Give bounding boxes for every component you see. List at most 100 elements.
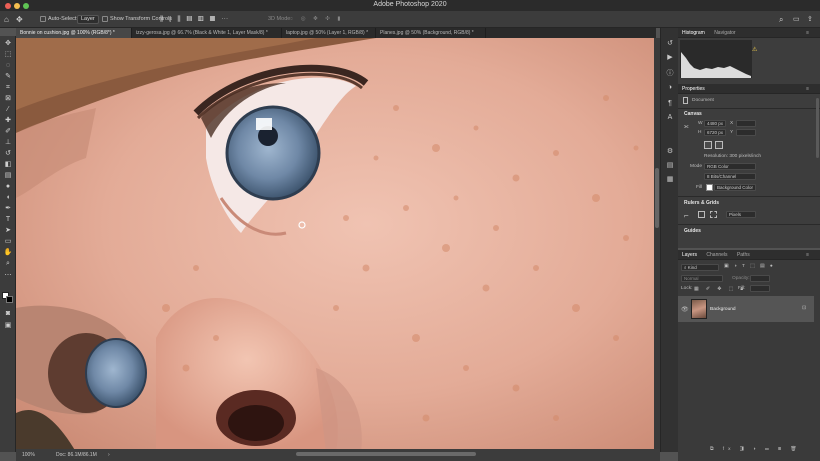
history-brush-tool-icon[interactable]: ↺ bbox=[3, 150, 13, 158]
zoom-tool-icon[interactable]: ⌕ bbox=[3, 260, 13, 268]
panel-menu-icon[interactable]: ≡ bbox=[806, 84, 809, 94]
shape-tool-icon[interactable]: ▭ bbox=[3, 238, 13, 246]
mode-select[interactable]: RGB Color bbox=[704, 163, 756, 170]
visibility-eye-icon[interactable]: 👁︎ bbox=[681, 306, 689, 313]
portrait-orientation-button[interactable] bbox=[704, 141, 712, 149]
filter-icons[interactable]: ▣ ◑ T ⬚ ▤ ● bbox=[724, 264, 775, 269]
info-icon[interactable]: ⓘ bbox=[666, 70, 674, 78]
3d-tool-icons[interactable]: ◌ ◎ ✥ ✣ ▮ bbox=[290, 15, 343, 24]
layer-lock-icon: ⊡ bbox=[802, 306, 807, 311]
height-field[interactable]: 6720 px bbox=[704, 129, 726, 136]
auto-select-checkbox[interactable] bbox=[40, 15, 46, 22]
move-tool-preset-icon[interactable]: ✥ bbox=[16, 15, 23, 24]
fill-swatch[interactable] bbox=[706, 184, 713, 191]
tab-bonnie[interactable]: Bonnie on cushion.jpg @ 100% (RGB/8*) * bbox=[16, 28, 132, 38]
frame-tool-icon[interactable]: ⊠ bbox=[3, 95, 13, 103]
horizontal-scroll-thumb[interactable] bbox=[296, 452, 476, 456]
pen-tool-icon[interactable]: ✒ bbox=[3, 205, 13, 213]
screen-mode-icon[interactable]: ▣ bbox=[3, 322, 13, 330]
layer-select[interactable]: Layer bbox=[77, 15, 99, 24]
tab-paths[interactable]: Paths bbox=[737, 252, 750, 258]
y-field[interactable] bbox=[736, 129, 756, 136]
healing-brush-tool-icon[interactable]: ✚ bbox=[3, 117, 13, 125]
panel-menu-icon[interactable]: ≡ bbox=[806, 250, 809, 260]
divider bbox=[678, 108, 820, 109]
histogram-panel: Histogram Navigator ≡ ⚠ bbox=[678, 28, 820, 84]
home-icon[interactable]: ⌂ bbox=[4, 15, 9, 24]
guides-icon[interactable] bbox=[710, 211, 717, 218]
layer-thumbnail bbox=[691, 299, 707, 319]
tab-label: izzy-gerosa.jpg @ 66.7% (Black & White 1… bbox=[136, 30, 268, 36]
workspace-icon[interactable]: ▭ bbox=[793, 15, 800, 24]
vertical-scroll-thumb[interactable] bbox=[655, 168, 659, 228]
opacity-field[interactable] bbox=[750, 275, 770, 282]
background-color-swatch[interactable] bbox=[6, 296, 13, 303]
layers-footer-icons[interactable]: ⧉ fx ◨ ◑ ▭ ⊞ 🗑︎ bbox=[710, 446, 801, 452]
link-dimensions-icon[interactable]: ⫘ bbox=[684, 124, 688, 130]
align-icons[interactable]: ⫼ ⫾ ⫼ ▤ ▥ ▦ ⋯ bbox=[160, 15, 230, 24]
search-icon[interactable]: ⌕ bbox=[779, 15, 783, 24]
transform-controls-checkbox[interactable] bbox=[102, 15, 108, 22]
hand-tool-icon[interactable]: ✋ bbox=[3, 249, 13, 257]
fill-field[interactable] bbox=[750, 285, 770, 292]
clone-stamp-tool-icon[interactable]: ⊥ bbox=[3, 139, 13, 147]
panel-menu-icon[interactable]: ≡ bbox=[806, 28, 809, 38]
document-canvas[interactable] bbox=[16, 38, 654, 452]
tab-layers[interactable]: Layers bbox=[682, 252, 697, 258]
grid-icon[interactable] bbox=[698, 211, 705, 218]
landscape-orientation-button[interactable] bbox=[715, 141, 723, 149]
status-menu-icon[interactable]: › bbox=[108, 449, 110, 461]
tab-planes[interactable]: Planes.jpg @ 50% (Background, RGB/8) * bbox=[376, 28, 486, 38]
auto-select-toggle[interactable]: Auto-Select: bbox=[40, 15, 78, 24]
title-bar: Adobe Photoshop 2020 bbox=[0, 0, 820, 11]
lasso-tool-icon[interactable]: ◌ bbox=[3, 62, 13, 70]
character-icon[interactable]: A bbox=[666, 114, 674, 122]
gradient-tool-icon[interactable]: ▤ bbox=[3, 172, 13, 180]
ruler-icon[interactable]: ⌐ bbox=[684, 211, 689, 220]
actions-play-icon[interactable]: ▶ bbox=[666, 54, 674, 62]
swatches-icon[interactable]: ▦ bbox=[666, 176, 674, 184]
type-tool-icon[interactable]: T bbox=[3, 216, 13, 224]
history-icon[interactable]: ↺ bbox=[666, 40, 674, 48]
brush-tool-icon[interactable]: ✐ bbox=[3, 128, 13, 136]
libraries-icon[interactable]: ▤ bbox=[666, 162, 674, 170]
photo-image bbox=[16, 38, 654, 452]
move-tool-icon[interactable]: ✥ bbox=[3, 40, 13, 48]
canvas-section-title: Canvas bbox=[684, 111, 702, 117]
bit-depth-select[interactable]: 8 Bits/Channel bbox=[704, 173, 756, 180]
tab-histogram[interactable]: Histogram bbox=[682, 30, 705, 36]
layer-kind-filter[interactable]: ⌕ Kind bbox=[681, 264, 719, 271]
share-icon[interactable]: ⇪ bbox=[807, 15, 813, 24]
mode-3d-label: 3D Mode: bbox=[268, 16, 292, 22]
x-field[interactable] bbox=[736, 120, 756, 127]
eraser-tool-icon[interactable]: ◧ bbox=[3, 161, 13, 169]
blur-tool-icon[interactable]: ● bbox=[3, 183, 13, 191]
properties-icon[interactable]: ⚙ bbox=[666, 148, 674, 156]
guides-section-title: Guides bbox=[684, 228, 701, 234]
paragraph-icon[interactable]: ¶ bbox=[666, 100, 674, 108]
more-tools-icon[interactable]: ⋯ bbox=[3, 272, 13, 280]
doc-label: Document bbox=[692, 98, 714, 103]
adjustments-icon[interactable]: ◑ bbox=[666, 84, 674, 92]
zoom-level[interactable]: 100% bbox=[22, 449, 35, 461]
dodge-tool-icon[interactable]: ◖ bbox=[3, 194, 13, 202]
tab-channels[interactable]: Channels bbox=[706, 252, 727, 258]
width-field[interactable]: 4480 px bbox=[704, 120, 726, 127]
path-select-tool-icon[interactable]: ➤ bbox=[3, 227, 13, 235]
layer-row-background[interactable]: 👁︎ Background ⊡ bbox=[678, 296, 814, 322]
width-label: W bbox=[698, 121, 703, 126]
properties-panel-header: Properties ≡ bbox=[678, 84, 820, 94]
eyedropper-tool-icon[interactable]: ⁄ bbox=[3, 106, 13, 114]
tab-navigator[interactable]: Navigator bbox=[714, 30, 735, 36]
quick-select-tool-icon[interactable]: ✎ bbox=[3, 73, 13, 81]
blend-mode-select[interactable]: Normal bbox=[681, 275, 723, 282]
tab-izzy[interactable]: izzy-gerosa.jpg @ 66.7% (Black & White 1… bbox=[132, 28, 282, 38]
crop-tool-icon[interactable]: ⌗ bbox=[3, 84, 13, 92]
units-select[interactable]: Pixels bbox=[726, 211, 756, 218]
tab-label: Planes.jpg @ 50% (Background, RGB/8) * bbox=[380, 30, 474, 36]
properties-scrollbar[interactable] bbox=[816, 98, 819, 158]
tab-laptop[interactable]: laptop.jpg @ 50% (Layer 1, RGB/8) * bbox=[282, 28, 376, 38]
artboard-tool-icon[interactable]: ⬚ bbox=[3, 51, 13, 59]
quick-mask-icon[interactable]: ◙ bbox=[3, 310, 13, 318]
fill-select[interactable]: Background Color bbox=[714, 184, 756, 191]
